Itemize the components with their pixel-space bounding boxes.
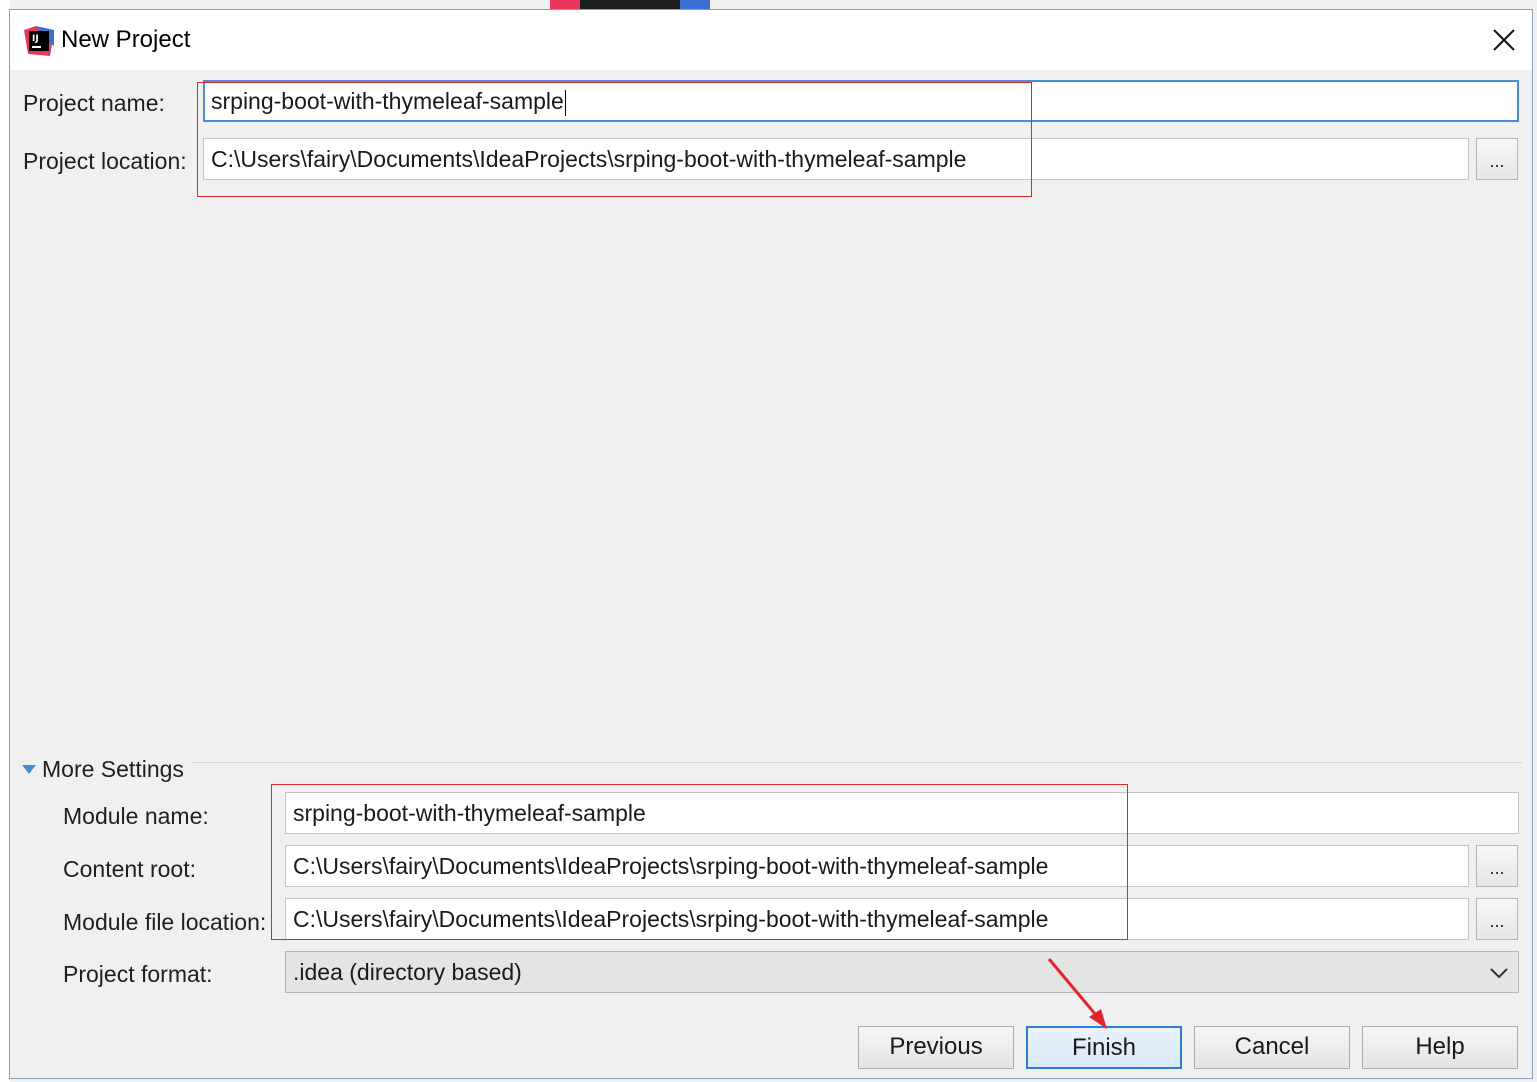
more-settings-toggle[interactable]: More Settings	[22, 754, 184, 784]
more-settings-label: More Settings	[42, 755, 184, 782]
project-name-label: Project name:	[23, 90, 165, 116]
project-format-select[interactable]: .idea (directory based)	[285, 951, 1519, 993]
project-location-input[interactable]: C:\Users\fairy\Documents\IdeaProjects\sr…	[203, 138, 1469, 180]
finish-button[interactable]: Finish	[1026, 1026, 1182, 1069]
content-root-browse-button[interactable]: ...	[1476, 845, 1518, 887]
intellij-idea-icon: IJ	[24, 26, 54, 56]
project-name-input[interactable]: srping-boot-with-thymeleaf-sample	[203, 80, 1519, 122]
module-name-input[interactable]: srping-boot-with-thymeleaf-sample	[285, 792, 1519, 834]
section-divider	[192, 762, 1522, 763]
close-button[interactable]	[1486, 22, 1522, 58]
project-location-browse-button[interactable]: ...	[1476, 138, 1518, 180]
chevron-down-icon	[1490, 968, 1508, 979]
module-file-location-browse-button[interactable]: ...	[1476, 898, 1518, 940]
project-location-label: Project location:	[23, 148, 187, 174]
new-project-dialog: IJ New Project Project name: srping-boot…	[9, 9, 1533, 1079]
project-format-label: Project format:	[63, 961, 213, 987]
previous-button[interactable]: Previous	[858, 1026, 1014, 1069]
text-caret	[564, 89, 566, 116]
content-root-label: Content root:	[63, 856, 196, 882]
module-file-location-label: Module file location:	[63, 909, 267, 935]
module-name-label: Module name:	[63, 803, 209, 829]
module-file-location-input[interactable]: C:\Users\fairy\Documents\IdeaProjects\sr…	[285, 898, 1469, 940]
cancel-button[interactable]: Cancel	[1194, 1026, 1350, 1069]
project-format-value: .idea (directory based)	[293, 959, 522, 985]
close-icon	[1493, 29, 1515, 51]
svg-text:IJ: IJ	[32, 34, 39, 44]
window-title: New Project	[61, 26, 191, 53]
title-bar: IJ New Project	[10, 10, 1532, 70]
help-button[interactable]: Help	[1362, 1026, 1518, 1069]
content-root-input[interactable]: C:\Users\fairy\Documents\IdeaProjects\sr…	[285, 845, 1469, 887]
expand-triangle-icon	[22, 764, 36, 774]
project-name-value: srping-boot-with-thymeleaf-sample	[211, 88, 564, 114]
